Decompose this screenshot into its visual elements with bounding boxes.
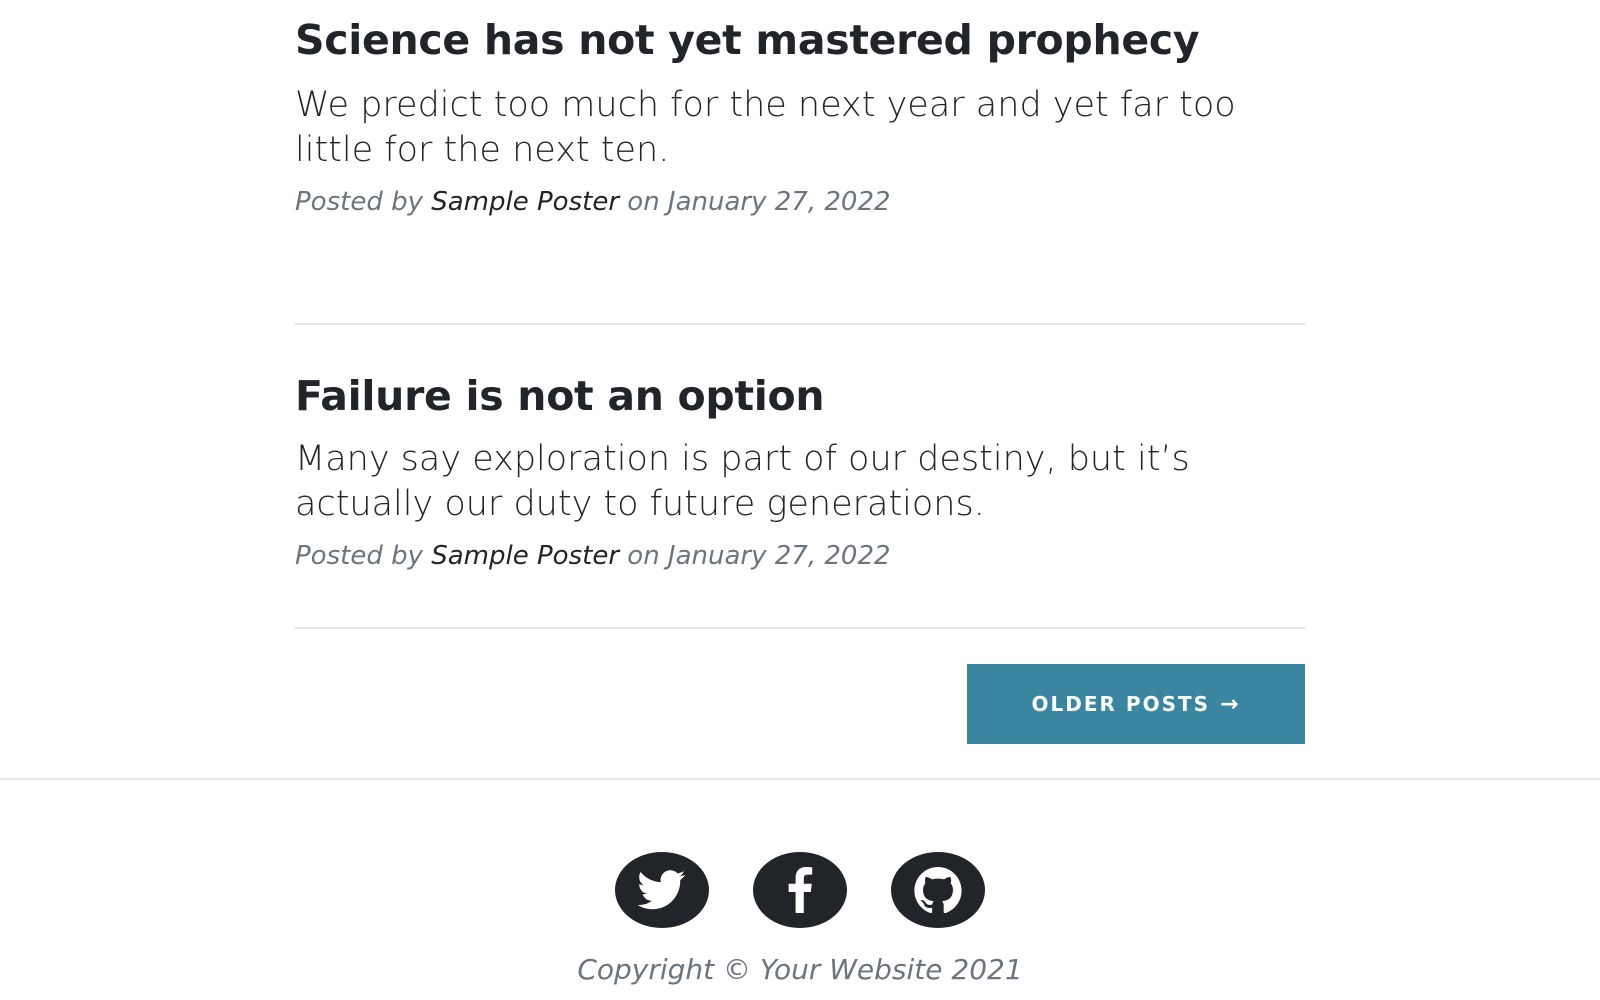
github-icon: [914, 867, 962, 913]
copyright-text: Copyright © Your Website 2021: [577, 953, 1023, 986]
post-date: on January 27, 2022: [627, 187, 891, 217]
arrow-right-icon: →: [1220, 691, 1241, 717]
twitter-link[interactable]: [615, 852, 709, 928]
posted-by-label: Posted by: [295, 541, 423, 571]
social-links: [0, 852, 1600, 928]
post-subtitle[interactable]: We predict too much for the next year an…: [295, 83, 1305, 173]
facebook-link[interactable]: [753, 852, 847, 928]
author-link[interactable]: Sample Poster: [431, 187, 619, 217]
post-preview-2-container: Failure is not an option Many say explor…: [295, 370, 1305, 573]
posted-by-label: Posted by: [295, 187, 423, 217]
post-preview-1-container: Science has not yet mastered prophecy We…: [295, 14, 1305, 219]
older-posts-button[interactable]: OLDER POSTS →: [967, 664, 1305, 744]
older-posts-label: OLDER POSTS: [1031, 692, 1211, 716]
post-title[interactable]: Failure is not an option: [295, 370, 1305, 423]
post-divider: [295, 323, 1305, 325]
footer-divider: [0, 778, 1600, 780]
post-meta: Posted by Sample Poster on January 27, 2…: [295, 539, 1305, 573]
post-date: on January 27, 2022: [627, 541, 891, 571]
author-link[interactable]: Sample Poster: [431, 541, 619, 571]
post-preview[interactable]: Failure is not an option Many say explor…: [295, 370, 1305, 573]
post-subtitle[interactable]: Many say exploration is part of our dest…: [295, 437, 1305, 527]
post-divider: [295, 627, 1305, 629]
facebook-icon: [787, 867, 813, 913]
post-meta: Posted by Sample Poster on January 27, 2…: [295, 185, 1305, 219]
post-preview[interactable]: Science has not yet mastered prophecy We…: [295, 14, 1305, 219]
post-title[interactable]: Science has not yet mastered prophecy: [295, 14, 1305, 67]
twitter-icon: [638, 870, 686, 910]
github-link[interactable]: [891, 852, 985, 928]
